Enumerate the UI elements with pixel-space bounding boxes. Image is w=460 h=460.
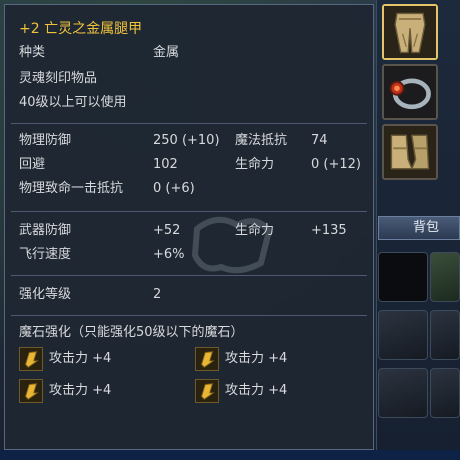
evade-label: 回避	[19, 157, 46, 172]
fly-speed-label: 飞行速度	[19, 247, 72, 262]
enhance-value: 2	[153, 287, 162, 302]
armor-pants-icon	[384, 6, 436, 58]
armor-boots-icon	[384, 126, 436, 178]
bag-slot[interactable]	[378, 252, 428, 302]
bag-slot[interactable]	[430, 368, 460, 418]
enhance-prefix: +2	[19, 21, 40, 37]
item-name: 亡灵之金属腿甲	[44, 21, 143, 37]
manastone-header: 魔石强化（只能强化50级以下的魔石）	[19, 325, 244, 340]
manastone-icon[interactable]	[195, 379, 219, 403]
hp-value: 0 (+12)	[311, 157, 361, 172]
equip-slot-pants[interactable]	[382, 4, 438, 60]
soul-bound-text: 灵魂刻印物品	[19, 71, 98, 86]
type-label: 种类	[19, 45, 46, 60]
bag-slot[interactable]	[378, 310, 428, 360]
manastone-stat: 攻击力 +4	[225, 383, 288, 398]
divider	[11, 275, 367, 276]
weapon-def-label: 武器防御	[19, 223, 72, 238]
watermark-icon	[191, 216, 273, 274]
tab-bag[interactable]: 背包	[378, 216, 460, 240]
manastone-stat: 攻击力 +4	[49, 351, 112, 366]
hp-label: 生命力	[235, 157, 275, 172]
manastone-icon[interactable]	[19, 347, 43, 371]
type-value: 金属	[153, 45, 180, 60]
phys-def-label: 物理防御	[19, 133, 72, 148]
evade-value: 102	[153, 157, 178, 172]
manastone-stat: 攻击力 +4	[49, 383, 112, 398]
item-title: +2 亡灵之金属腿甲	[19, 19, 142, 39]
manastone-icon[interactable]	[19, 379, 43, 403]
ring-icon	[384, 66, 436, 118]
crit-res-label: 物理致命一击抵抗	[19, 181, 124, 196]
enhance-label: 强化等级	[19, 287, 72, 302]
equip-slot-ring[interactable]	[382, 64, 438, 120]
divider	[11, 315, 367, 316]
item-tooltip: +2 亡灵之金属腿甲 种类 金属 灵魂刻印物品 40级以上可以使用 物理防御 2…	[4, 4, 374, 450]
crit-res-value: 0 (+6)	[153, 181, 195, 196]
manastone-icon[interactable]	[195, 347, 219, 371]
manastone-stat: 攻击力 +4	[225, 351, 288, 366]
divider	[11, 123, 367, 124]
phys-def-value: 250 (+10)	[153, 133, 220, 148]
level-requirement: 40级以上可以使用	[19, 95, 127, 110]
bag-slot[interactable]	[430, 252, 460, 302]
magic-res-label: 魔法抵抗	[235, 133, 288, 148]
weapon-def-value: +52	[153, 223, 181, 238]
bag-slot[interactable]	[430, 310, 460, 360]
bonus-hp-value: +135	[311, 223, 347, 238]
bag-slot[interactable]	[378, 368, 428, 418]
magic-res-value: 74	[311, 133, 328, 148]
fly-speed-value: +6%	[153, 247, 185, 262]
bottom-bar	[0, 450, 460, 460]
equip-slot-boots[interactable]	[382, 124, 438, 180]
